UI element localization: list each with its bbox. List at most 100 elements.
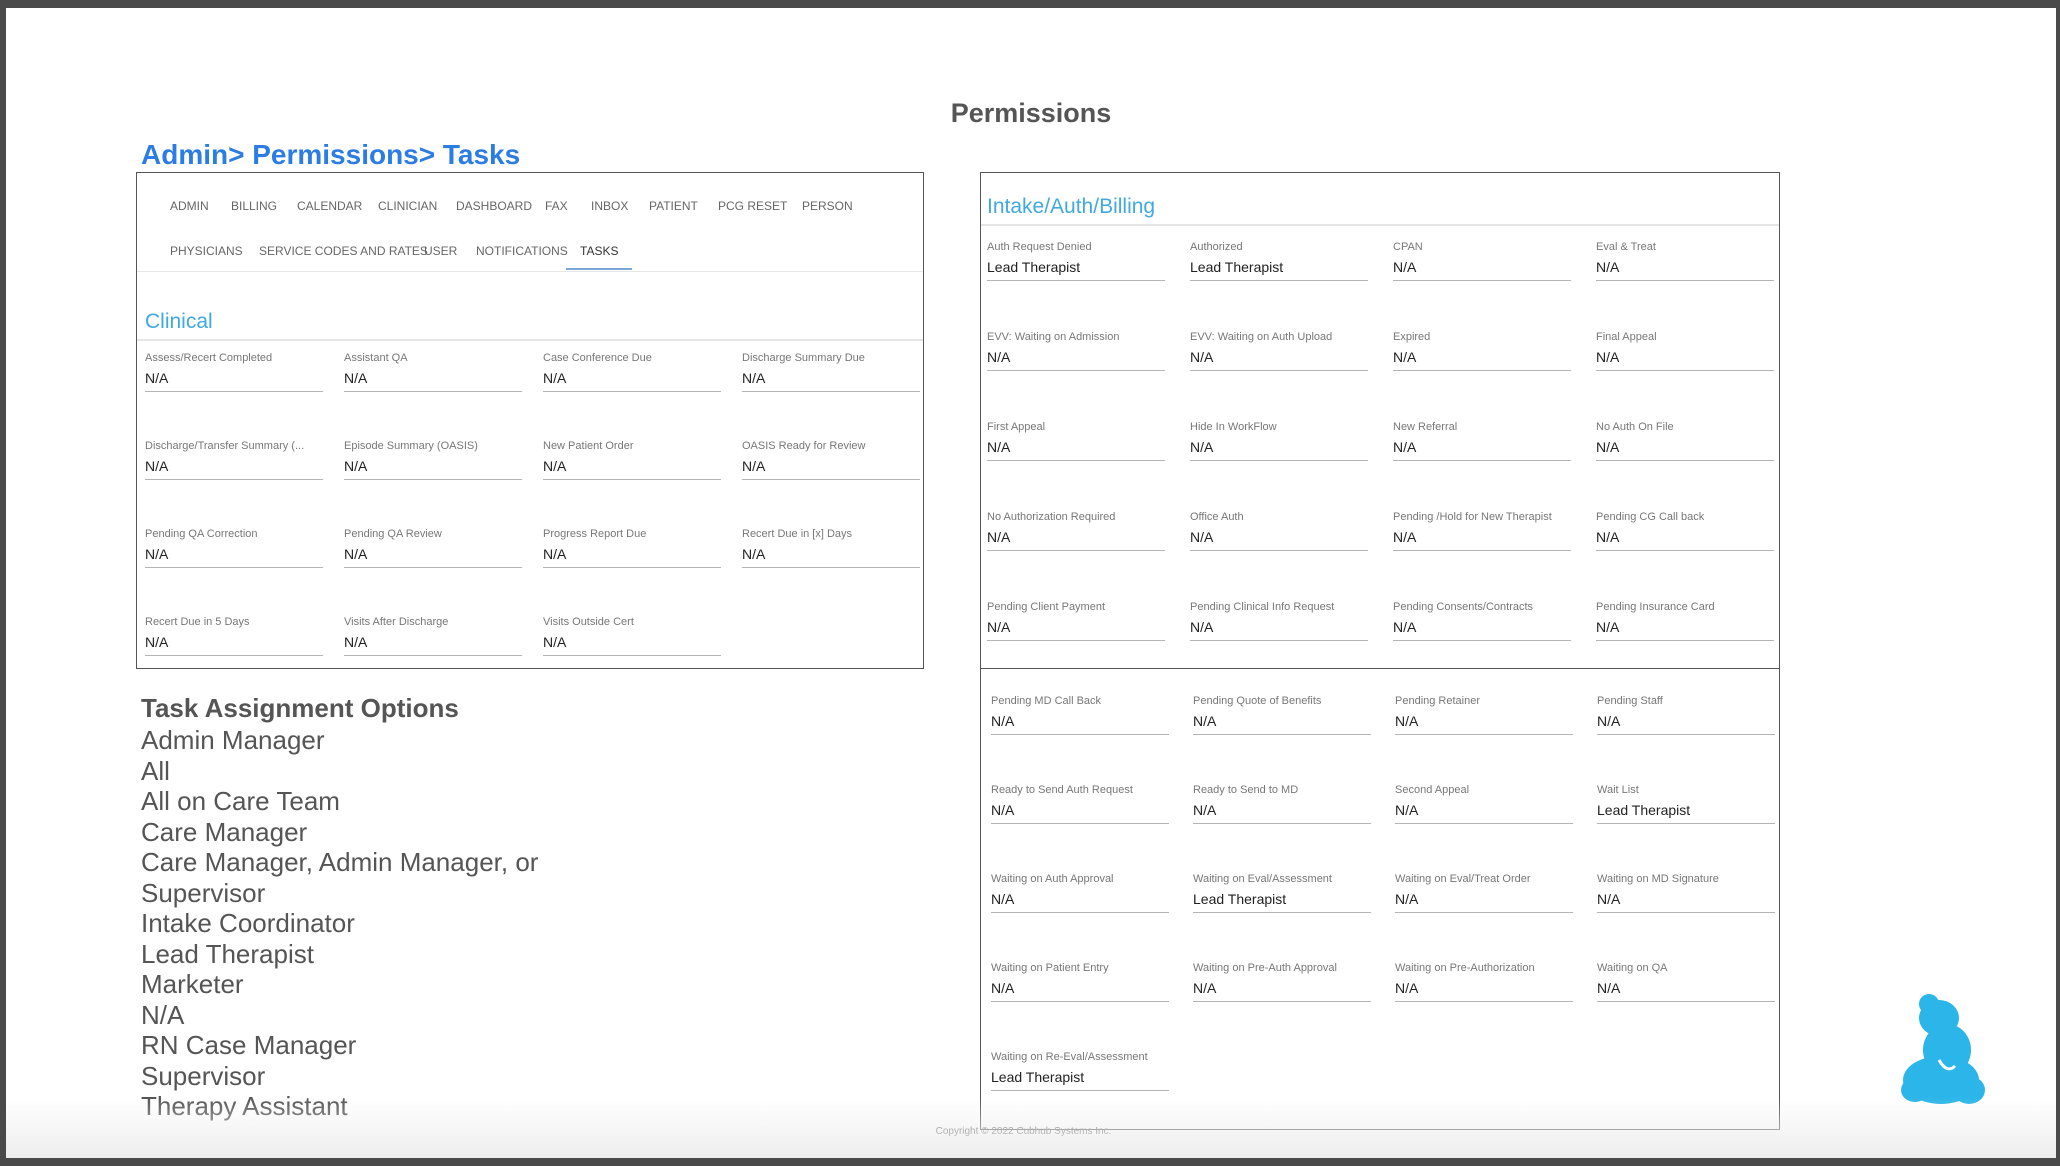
permission-field-value[interactable]: N/A <box>344 369 522 391</box>
tab-billing[interactable]: BILLING <box>231 199 277 213</box>
permission-field-expired[interactable]: Expired N/A <box>1393 330 1571 371</box>
permission-field-value[interactable]: N/A <box>991 712 1169 734</box>
permission-field-waiting-on-pre-authorization[interactable]: Waiting on Pre-Authorization N/A <box>1395 961 1573 1002</box>
permission-field-pending-consents-contracts[interactable]: Pending Consents/Contracts N/A <box>1393 600 1571 641</box>
permission-field-value[interactable]: N/A <box>1393 258 1571 280</box>
permission-field-value[interactable]: N/A <box>742 457 920 479</box>
permission-field-value[interactable]: Lead Therapist <box>1190 258 1368 280</box>
permission-field-new-patient-order[interactable]: New Patient Order N/A <box>543 439 721 480</box>
permission-field-hide-in-workflow[interactable]: Hide In WorkFlow N/A <box>1190 420 1368 461</box>
permission-field-pending-staff[interactable]: Pending Staff N/A <box>1597 694 1775 735</box>
permission-field-value[interactable]: N/A <box>1395 979 1573 1001</box>
permission-field-pending-cg-call-back[interactable]: Pending CG Call back N/A <box>1596 510 1774 551</box>
permission-field-value[interactable]: N/A <box>145 633 323 655</box>
permission-field-value[interactable]: Lead Therapist <box>991 1068 1169 1090</box>
permission-field-assess-recert-completed[interactable]: Assess/Recert Completed N/A <box>145 351 323 392</box>
permission-field-value[interactable]: N/A <box>991 979 1169 1001</box>
permission-field-value[interactable]: N/A <box>1596 348 1774 370</box>
permission-field-evv-waiting-on-auth-upload[interactable]: EVV: Waiting on Auth Upload N/A <box>1190 330 1368 371</box>
permission-field-value[interactable]: N/A <box>1190 618 1368 640</box>
permission-field-no-auth-on-file[interactable]: No Auth On File N/A <box>1596 420 1774 461</box>
permission-field-value[interactable]: N/A <box>991 890 1169 912</box>
permission-field-eval-treat[interactable]: Eval & Treat N/A <box>1596 240 1774 281</box>
permission-field-value[interactable]: N/A <box>543 369 721 391</box>
tab-clinician[interactable]: CLINICIAN <box>378 199 437 213</box>
permission-field-recert-due-in-x-days[interactable]: Recert Due in [x] Days N/A <box>742 527 920 568</box>
permission-field-value[interactable]: N/A <box>1393 528 1571 550</box>
permission-field-discharge-summary-due[interactable]: Discharge Summary Due N/A <box>742 351 920 392</box>
permission-field-value[interactable]: N/A <box>1193 979 1371 1001</box>
permission-field-new-referral[interactable]: New Referral N/A <box>1393 420 1571 461</box>
permission-field-value[interactable]: N/A <box>344 457 522 479</box>
permission-field-ready-to-send-auth-request[interactable]: Ready to Send Auth Request N/A <box>991 783 1169 824</box>
permission-field-value[interactable]: N/A <box>1393 348 1571 370</box>
permission-field-value[interactable]: N/A <box>742 369 920 391</box>
permission-field-oasis-ready-for-review[interactable]: OASIS Ready for Review N/A <box>742 439 920 480</box>
permission-field-value[interactable]: N/A <box>1596 618 1774 640</box>
permission-field-evv-waiting-on-admission[interactable]: EVV: Waiting on Admission N/A <box>987 330 1165 371</box>
permission-field-final-appeal[interactable]: Final Appeal N/A <box>1596 330 1774 371</box>
tab-physicians[interactable]: PHYSICIANS <box>170 244 243 258</box>
permission-field-waiting-on-eval-treat-order[interactable]: Waiting on Eval/Treat Order N/A <box>1395 872 1573 913</box>
permission-field-value[interactable]: N/A <box>1393 438 1571 460</box>
permission-field-value[interactable]: N/A <box>1596 438 1774 460</box>
permission-field-waiting-on-qa[interactable]: Waiting on QA N/A <box>1597 961 1775 1002</box>
permission-field-case-conference-due[interactable]: Case Conference Due N/A <box>543 351 721 392</box>
permission-field-ready-to-send-to-md[interactable]: Ready to Send to MD N/A <box>1193 783 1371 824</box>
permission-field-value[interactable]: N/A <box>1596 258 1774 280</box>
permission-field-waiting-on-re-eval-assessment[interactable]: Waiting on Re-Eval/Assessment Lead Therap… <box>991 1050 1169 1091</box>
permission-field-value[interactable]: N/A <box>145 545 323 567</box>
permission-field-episode-summary-oasis[interactable]: Episode Summary (OASIS) N/A <box>344 439 522 480</box>
permission-field-value[interactable]: N/A <box>543 457 721 479</box>
permission-field-value[interactable]: N/A <box>1190 528 1368 550</box>
permission-field-second-appeal[interactable]: Second Appeal N/A <box>1395 783 1573 824</box>
permission-field-value[interactable]: Lead Therapist <box>987 258 1165 280</box>
permission-field-cpan[interactable]: CPAN N/A <box>1393 240 1571 281</box>
tab-tasks[interactable]: TASKS <box>565 244 634 270</box>
tab-fax[interactable]: FAX <box>545 199 568 213</box>
permission-field-waiting-on-pre-auth-approval[interactable]: Waiting on Pre-Auth Approval N/A <box>1193 961 1371 1002</box>
permission-field-waiting-on-patient-entry[interactable]: Waiting on Patient Entry N/A <box>991 961 1169 1002</box>
permission-field-value[interactable]: Lead Therapist <box>1193 890 1371 912</box>
tab-inbox[interactable]: INBOX <box>591 199 628 213</box>
permission-field-value[interactable]: N/A <box>1190 438 1368 460</box>
tab-patient[interactable]: PATIENT <box>649 199 698 213</box>
tab-person[interactable]: PERSON <box>802 199 853 213</box>
tab-user[interactable]: USER <box>424 244 457 258</box>
permission-field-value[interactable]: N/A <box>1395 890 1573 912</box>
permission-field-value[interactable]: N/A <box>344 633 522 655</box>
permission-field-value[interactable]: N/A <box>1597 890 1775 912</box>
permission-field-value[interactable]: N/A <box>145 457 323 479</box>
permission-field-waiting-on-md-signature[interactable]: Waiting on MD Signature N/A <box>1597 872 1775 913</box>
permission-field-auth-request-denied[interactable]: Auth Request Denied Lead Therapist <box>987 240 1165 281</box>
permission-field-progress-report-due[interactable]: Progress Report Due N/A <box>543 527 721 568</box>
permission-field-value[interactable]: N/A <box>1193 801 1371 823</box>
permission-field-value[interactable]: N/A <box>1597 712 1775 734</box>
permission-field-pending-md-call-back[interactable]: Pending MD Call Back N/A <box>991 694 1169 735</box>
permission-field-pending-clinical-info-request[interactable]: Pending Clinical Info Request N/A <box>1190 600 1368 641</box>
tab-notifications[interactable]: NOTIFICATIONS <box>476 244 568 258</box>
permission-field-pending-qa-correction[interactable]: Pending QA Correction N/A <box>145 527 323 568</box>
permission-field-pending-insurance-card[interactable]: Pending Insurance Card N/A <box>1596 600 1774 641</box>
tab-dashboard[interactable]: DASHBOARD <box>456 199 532 213</box>
permission-field-no-authorization-required[interactable]: No Authorization Required N/A <box>987 510 1165 551</box>
permission-field-visits-outside-cert[interactable]: Visits Outside Cert N/A <box>543 615 721 656</box>
permission-field-recert-due-in-5-days[interactable]: Recert Due in 5 Days N/A <box>145 615 323 656</box>
permission-field-value[interactable]: N/A <box>1190 348 1368 370</box>
tab-service-codes-and-rates[interactable]: SERVICE CODES AND RATES <box>259 244 428 258</box>
permission-field-value[interactable]: Lead Therapist <box>1597 801 1775 823</box>
permission-field-value[interactable]: N/A <box>987 348 1165 370</box>
permission-field-value[interactable]: N/A <box>1393 618 1571 640</box>
permission-field-office-auth[interactable]: Office Auth N/A <box>1190 510 1368 551</box>
permission-field-pending-quote-of-benefits[interactable]: Pending Quote of Benefits N/A <box>1193 694 1371 735</box>
permission-field-value[interactable]: N/A <box>991 801 1169 823</box>
tab-admin[interactable]: ADMIN <box>170 199 209 213</box>
permission-field-value[interactable]: N/A <box>1193 712 1371 734</box>
permission-field-value[interactable]: N/A <box>987 438 1165 460</box>
permission-field-waiting-on-auth-approval[interactable]: Waiting on Auth Approval N/A <box>991 872 1169 913</box>
permission-field-value[interactable]: N/A <box>1597 979 1775 1001</box>
permission-field-pending-hold-for-new-therapist[interactable]: Pending /Hold for New Therapist N/A <box>1393 510 1571 551</box>
permission-field-pending-qa-review[interactable]: Pending QA Review N/A <box>344 527 522 568</box>
tab-pcg-reset[interactable]: PCG RESET <box>718 199 787 213</box>
permission-field-first-appeal[interactable]: First Appeal N/A <box>987 420 1165 461</box>
